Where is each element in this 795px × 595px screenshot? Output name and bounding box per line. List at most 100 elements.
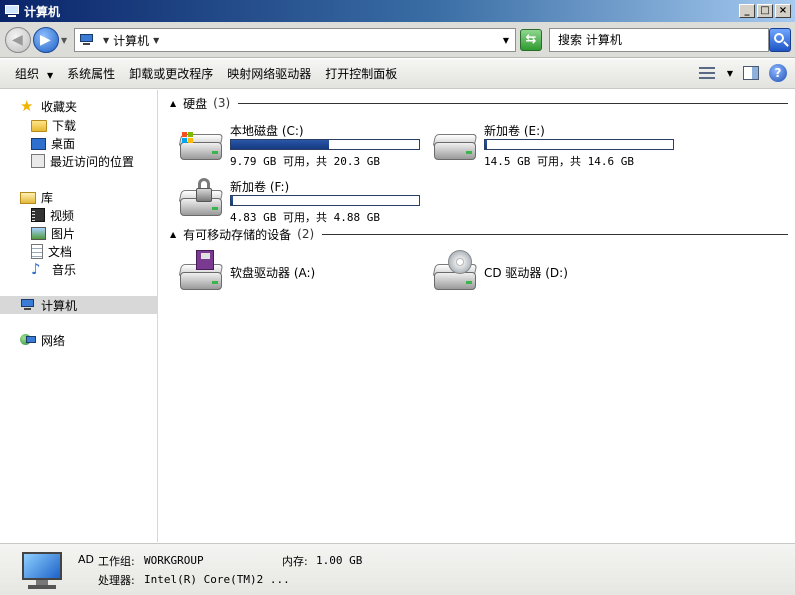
nav-favorites[interactable]: ★ 收藏夹 xyxy=(20,97,77,115)
library-icon xyxy=(20,192,36,204)
search-button[interactable] xyxy=(769,28,791,52)
group-label: 有可移动存储的设备 xyxy=(183,227,292,242)
cd-drive-icon xyxy=(432,250,480,298)
drive-item-d[interactable]: CD 驱动器 (D:) xyxy=(432,250,682,300)
change-view-icon[interactable] xyxy=(698,65,717,81)
drive-name: 新加卷 (F:) xyxy=(230,180,290,194)
address-row: ◀ ▶ ▼ ▼ 计算机 ▼ ▼ ⇆ 搜索 计算机 xyxy=(0,22,795,58)
collapse-icon[interactable]: ▲ xyxy=(170,99,176,108)
nav-recent-places[interactable]: 最近访问的位置 xyxy=(31,152,134,170)
forward-button[interactable]: ▶ xyxy=(33,27,59,53)
recent-pages-dropdown[interactable]: ▼ xyxy=(61,36,69,45)
group-label: 硬盘 xyxy=(183,96,208,111)
drive-item-f[interactable]: 新加卷 (F:) 4.83 GB 可用，共 4.88 GB xyxy=(178,176,428,226)
nav-label: 库 xyxy=(41,190,54,205)
drive-usage-fill xyxy=(231,196,233,205)
processor-label: 处理器: xyxy=(98,574,135,587)
nav-label: 桌面 xyxy=(51,136,76,151)
windows-hard-disk-icon xyxy=(178,120,226,168)
computer-icon xyxy=(18,552,66,592)
nav-label: 图片 xyxy=(51,226,76,241)
workgroup-label: 工作组: xyxy=(98,555,135,568)
organize-menu[interactable]: 组织 ▼ xyxy=(8,65,60,82)
nav-documents[interactable]: 文档 xyxy=(31,242,72,260)
chevron-down-icon[interactable]: ▼ xyxy=(727,69,733,78)
nav-label: 下载 xyxy=(52,118,77,133)
chevron-down-icon: ▼ xyxy=(47,71,54,80)
collapse-icon[interactable]: ▲ xyxy=(170,230,176,239)
address-dropdown-icon[interactable]: ▼ xyxy=(503,36,509,45)
nav-label: 计算机 xyxy=(41,298,78,313)
computer-name: AD xyxy=(78,553,94,566)
minimize-button[interactable]: _ xyxy=(739,4,755,18)
drive-usage-bar xyxy=(230,139,420,150)
drive-item-c[interactable]: 本地磁盘 (C:) 9.79 GB 可用，共 20.3 GB xyxy=(178,120,428,170)
search-input[interactable]: 搜索 计算机 xyxy=(549,28,769,52)
nav-libraries[interactable]: 库 xyxy=(20,188,53,206)
processor-value: Intel(R) Core(TM)2 ... xyxy=(144,573,290,586)
computer-icon xyxy=(4,4,20,18)
back-arrow-icon: ◀ xyxy=(12,32,23,48)
system-properties-button[interactable]: 系统属性 xyxy=(60,65,122,82)
memory-label: 内存: xyxy=(282,555,308,568)
navigation-pane: ★ 收藏夹 下载 桌面 最近访问的位置 库 视频 图片 文档 ♪ 音乐 计算机 … xyxy=(0,90,158,542)
drive-usage-bar xyxy=(484,139,674,150)
drive-usage-bar xyxy=(230,195,420,206)
group-header-hard-disks[interactable]: ▲ 硬盘 (3) xyxy=(170,95,788,111)
picture-icon xyxy=(31,226,46,240)
breadcrumb-chevron-icon[interactable]: ▼ xyxy=(103,36,109,45)
nav-pictures[interactable]: 图片 xyxy=(31,224,75,242)
drive-name: 本地磁盘 (C:) xyxy=(230,124,304,138)
uninstall-program-button[interactable]: 卸载或更改程序 xyxy=(122,65,220,82)
drive-name: 软盘驱动器 (A:) xyxy=(230,266,316,280)
drive-usage-fill xyxy=(231,140,329,149)
open-control-panel-button[interactable]: 打开控制面板 xyxy=(318,65,404,82)
video-icon xyxy=(31,208,45,222)
address-bar[interactable]: ▼ 计算机 ▼ ▼ xyxy=(74,28,516,52)
drive-item-a[interactable]: 软盘驱动器 (A:) xyxy=(178,250,428,300)
breadcrumb-computer[interactable]: 计算机 xyxy=(113,32,149,49)
organize-label: 组织 xyxy=(15,67,40,81)
nav-label: 音乐 xyxy=(52,262,77,277)
nav-label: 最近访问的位置 xyxy=(50,154,135,169)
back-button[interactable]: ◀ xyxy=(5,27,31,53)
close-button[interactable]: × xyxy=(775,4,791,18)
document-icon xyxy=(31,243,43,259)
group-header-removable[interactable]: ▲ 有可移动存储的设备 (2) xyxy=(170,226,788,242)
title-bar[interactable]: 计算机 _ □ × xyxy=(0,0,795,22)
nav-network[interactable]: 网络 xyxy=(20,331,65,349)
drive-name: 新加卷 (E:) xyxy=(484,124,545,138)
drive-size: 9.79 GB 可用，共 20.3 GB xyxy=(230,155,380,168)
network-icon xyxy=(20,332,36,348)
nav-downloads[interactable]: 下载 xyxy=(31,116,76,134)
preview-pane-icon[interactable] xyxy=(743,66,759,80)
workgroup-value: WORKGROUP xyxy=(144,554,204,567)
recent-places-icon xyxy=(31,154,45,168)
nav-desktop[interactable]: 桌面 xyxy=(31,134,75,152)
nav-label: 文档 xyxy=(48,244,73,259)
nav-computer[interactable]: 计算机 xyxy=(0,296,157,314)
desktop-icon xyxy=(31,138,46,150)
nav-videos[interactable]: 视频 xyxy=(31,206,74,224)
forward-arrow-icon: ▶ xyxy=(40,32,51,48)
maximize-button[interactable]: □ xyxy=(757,4,773,18)
group-count: (3) xyxy=(213,96,231,110)
help-icon[interactable]: ? xyxy=(769,64,787,82)
breadcrumb-chevron-icon[interactable]: ▼ xyxy=(153,36,159,45)
drive-usage-fill xyxy=(485,140,487,149)
map-network-drive-button[interactable]: 映射网络驱动器 xyxy=(220,65,318,82)
window-title: 计算机 xyxy=(24,4,61,19)
divider xyxy=(238,102,788,104)
drive-name: CD 驱动器 (D:) xyxy=(484,266,568,280)
refresh-button[interactable]: ⇆ xyxy=(520,29,542,51)
drive-item-e[interactable]: 新加卷 (E:) 14.5 GB 可用，共 14.6 GB xyxy=(432,120,682,170)
computer-icon xyxy=(79,33,95,47)
nav-music[interactable]: ♪ 音乐 xyxy=(31,260,76,278)
content-pane: ▲ 硬盘 (3) 本地磁盘 (C:) 9.79 GB 可用，共 20.3 GB … xyxy=(160,90,795,542)
drive-size: 14.5 GB 可用，共 14.6 GB xyxy=(484,155,634,168)
details-pane: AD 工作组: WORKGROUP 内存: 1.00 GB 处理器: Intel… xyxy=(0,543,795,595)
memory-value: 1.00 GB xyxy=(316,554,363,567)
divider xyxy=(322,233,788,235)
hard-disk-icon xyxy=(432,120,480,168)
nav-label: 网络 xyxy=(41,333,66,348)
